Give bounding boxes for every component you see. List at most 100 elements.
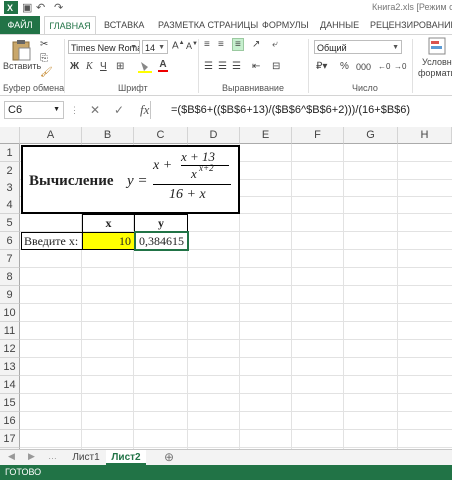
tab-data[interactable]: ДАННЫЕ [320,16,359,34]
number-group-label: Число [352,83,378,93]
row-header[interactable]: 10 [0,304,20,322]
row-header[interactable]: 4 [0,196,20,214]
row-header[interactable]: 2 [0,162,20,180]
font-color-icon[interactable]: A [158,59,168,72]
font-size-select[interactable]: 14 ▼ [142,40,168,54]
fill-color-icon[interactable] [138,61,152,76]
cancel-icon[interactable]: ✕ [90,103,100,117]
increase-decimal-icon[interactable]: ←0 [378,62,390,71]
spreadsheet-grid[interactable]: A B C D E F G H 1 2 3 4 5 6 7 8 9 10 11 12 13 14 15 16 1… [0,127,452,449]
column-header-f[interactable]: F [292,127,344,144]
cut-icon[interactable]: ✂ [40,39,48,50]
redo-icon[interactable]: ↷ [54,1,63,14]
row-gridline [20,285,452,286]
scroll-left-icon[interactable]: ◀ [8,451,15,462]
paste-label: Вставить [3,61,42,71]
sheet-tab-2[interactable]: Лист2 [106,450,146,465]
row-header[interactable]: 8 [0,268,20,286]
name-box[interactable]: C6 ▼ [4,101,64,119]
column-header-d[interactable]: D [188,127,240,144]
tab-review[interactable]: РЕЦЕНЗИРОВАНИЕ [370,16,452,34]
formula-input[interactable]: =($B$6+(($B$6+13)/($B$6^$B$6+2)))/(16+$B… [150,101,452,119]
enter-icon[interactable]: ✓ [114,103,124,117]
row-header[interactable]: 17 [0,430,20,448]
alignment-group-label: Выравнивание [222,83,284,93]
undo-icon[interactable]: ↶ [36,1,45,14]
format-painter-icon[interactable]: 🖌 [40,67,53,78]
fx-icon[interactable]: fx [140,102,149,118]
merge-icon[interactable]: ⊟ [272,61,280,72]
formula-text: =($B$6+(($B$6+13)/($B$6^$B$6+2)))/(16+$B… [171,104,411,116]
orientation-icon[interactable]: ↗ [252,39,260,50]
align-left-icon[interactable]: ☰ [204,61,213,72]
row-header[interactable]: 15 [0,394,20,412]
clipboard-group-label: Буфер обмена [3,83,65,93]
row-header[interactable]: 3 [0,179,20,197]
decrease-decimal-icon[interactable]: →0 [394,62,406,71]
sheet-tab-1[interactable]: Лист1 [66,450,106,465]
chevron-down-icon: ▼ [53,106,60,113]
row-header[interactable]: 7 [0,250,20,268]
thousands-button[interactable]: 000 [356,62,371,72]
conditional-format-icon[interactable] [428,37,446,58]
tab-file[interactable]: ФАЙЛ [0,16,40,34]
row-header[interactable]: 14 [0,376,20,394]
borders-icon[interactable]: ⊞ [116,61,124,72]
decrease-font-icon[interactable]: A▼ [186,41,198,51]
input-value-cell[interactable]: 10 [82,232,135,250]
number-format-select[interactable]: Общий ▼ [314,40,402,54]
wrap-text-icon[interactable]: ⤶ [272,39,278,50]
scroll-right-icon[interactable]: ▶ [28,451,35,462]
column-header-c[interactable]: C [134,127,188,144]
conditional-format-label-1[interactable]: Условн [422,57,452,67]
row-header[interactable]: 9 [0,286,20,304]
align-middle-icon[interactable]: ≡ [218,39,224,50]
tab-home[interactable]: ГЛАВНАЯ [44,16,96,35]
row-header[interactable]: 11 [0,322,20,340]
column-header-h[interactable]: H [398,127,452,144]
row-header[interactable]: 6 [0,232,20,250]
row-gridline [20,267,452,268]
align-center-icon[interactable]: ☰ [218,61,227,72]
column-header-g[interactable]: G [344,127,398,144]
more-sheets-icon[interactable]: … [48,451,57,461]
column-gridline [397,144,398,449]
column-header-a[interactable]: A [20,127,82,144]
italic-button[interactable]: К [86,61,93,72]
title-bar: X ▣ ↶ ↷ Книга2.xls [Режим сов [0,0,452,16]
title-block[interactable]: Вычисление y = x + x + 13 x x+2 16 + x [21,145,240,214]
conditional-format-label-2[interactable]: форматиров [418,68,452,78]
tab-insert[interactable]: ВСТАВКА [104,16,144,34]
input-label-cell[interactable]: Введите х: [21,232,83,250]
row-header[interactable]: 12 [0,340,20,358]
tab-page-layout[interactable]: РАЗМЕТКА СТРАНИЦЫ [158,16,258,34]
select-all-corner[interactable] [0,127,20,144]
column-header-b[interactable]: B [82,127,134,144]
indent-icon[interactable]: ⇤ [252,61,260,72]
align-top-icon[interactable]: ≡ [204,39,210,50]
align-right-icon[interactable]: ☰ [232,61,241,72]
percent-button[interactable]: % [340,61,349,72]
align-bottom-icon[interactable]: ≡ [232,38,244,51]
copy-icon[interactable]: ⎘ [40,53,48,64]
row-header[interactable]: 1 [0,144,20,162]
result-cell[interactable]: 0,384615 [134,231,189,251]
row-gridline [20,357,452,358]
ribbon: Вставить ✂ ⎘ 🖌 Буфер обмена Times New Ro… [0,34,452,96]
add-sheet-icon[interactable]: ⊕ [164,450,174,465]
excel-logo-icon: X [4,1,18,17]
header-x-cell[interactable]: x [82,214,135,233]
font-name-select[interactable]: Times New Roma ▼ [68,40,140,54]
row-gridline [20,321,452,322]
row-header[interactable]: 16 [0,412,20,430]
save-icon[interactable]: ▣ [22,1,32,14]
bold-button[interactable]: Ж [70,61,79,72]
row-header[interactable]: 5 [0,214,20,232]
column-header-e[interactable]: E [240,127,292,144]
row-gridline [20,303,452,304]
underline-button[interactable]: Ч [100,61,107,72]
tab-formulas[interactable]: ФОРМУЛЫ [262,16,309,34]
row-header[interactable]: 13 [0,358,20,376]
currency-icon[interactable]: ₽▾ [316,61,327,72]
increase-font-icon[interactable]: A▲ [172,40,185,51]
